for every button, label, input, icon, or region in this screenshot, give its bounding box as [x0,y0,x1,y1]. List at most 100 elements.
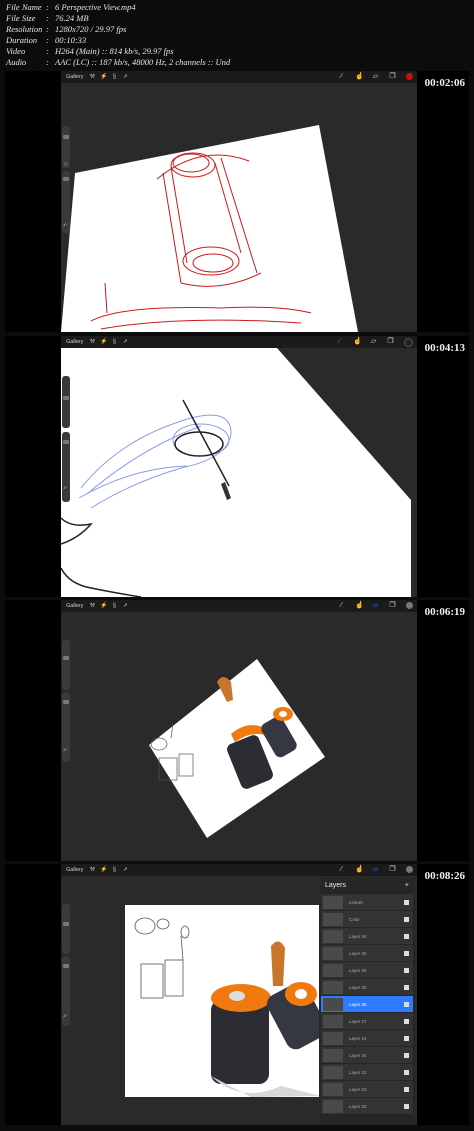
magic-wand-icon[interactable]: ⚡ [100,867,107,873]
slider-handle[interactable] [63,440,69,444]
transform-icon[interactable]: ➚ [122,339,128,345]
video-frame: Gallery ⚒ ⚡ § ➚ ∕ ☝ ▱ ❐ ↶ 00:02:06 [5,71,469,332]
undo-icon[interactable]: ↶ [63,223,67,229]
selection-icon[interactable]: § [111,74,117,80]
color-picker[interactable] [406,73,413,80]
layer-visibility-checkbox[interactable] [404,1018,409,1024]
smudge-icon[interactable]: ☝ [355,866,364,873]
canvas-drawing [61,348,411,597]
layer-row[interactable]: Layer 22 [321,1064,413,1080]
layers-icon[interactable]: ❐ [389,73,396,80]
layer-visibility-checkbox[interactable] [404,1035,409,1041]
brush-icon[interactable]: ∕ [336,338,343,345]
slider-handle[interactable] [63,396,69,400]
layer-row[interactable]: Layer 30 [321,945,413,961]
layer-visibility-checkbox[interactable] [404,984,409,990]
color-picker[interactable] [406,602,413,609]
gallery-button[interactable]: Gallery [66,74,83,80]
layer-visibility-checkbox[interactable] [404,1001,409,1007]
procreate-toolbar: Gallery ⚒ ⚡ § ➚ ∕ ☝ ▱ ❐ [61,71,417,83]
magic-wand-icon[interactable]: ⚡ [100,339,107,345]
brush-icon[interactable]: ∕ [338,602,345,609]
layer-thumbnail [323,929,343,943]
procreate-screen: Gallery ⚒ ⚡ § ➚ ∕ ☝ ▱ ❐ ↶ [61,336,417,597]
selection-icon[interactable]: § [111,339,117,345]
slider-handle[interactable] [63,656,69,660]
undo-icon[interactable]: ↶ [63,1014,67,1020]
layer-row[interactable]: Color [321,911,413,927]
eraser-icon[interactable]: ▱ [372,602,379,609]
layer-row[interactable]: Layer 34 [321,928,413,944]
layer-row[interactable]: Layer 33 [321,1098,413,1114]
layer-row[interactable]: Layer 29 [321,962,413,978]
layer-row[interactable]: Layer 23 [321,1081,413,1097]
layer-row[interactable]: Layer 28 [321,979,413,995]
wrench-icon[interactable]: ⚒ [89,74,95,80]
transform-icon[interactable]: ➚ [122,867,128,873]
smudge-icon[interactable]: ☝ [355,73,364,80]
info-key: Resolution [6,24,43,34]
procreate-screen: Gallery ⚒ ⚡ § ➚ ∕ ☝ ▱ ❐ ↶ [61,71,417,332]
layer-visibility-checkbox[interactable] [404,899,409,905]
eraser-icon[interactable]: ▱ [372,73,379,80]
layer-visibility-checkbox[interactable] [404,950,409,956]
layer-visibility-checkbox[interactable] [404,967,409,973]
layer-visibility-checkbox[interactable] [404,1052,409,1058]
modify-button[interactable] [64,162,68,166]
layer-row[interactable]: Lineart [321,894,413,910]
layer-row[interactable]: Layer 27 [321,1013,413,1029]
gallery-button[interactable]: Gallery [66,339,83,345]
slider-handle[interactable] [63,177,69,181]
timestamp: 00:04:13 [424,342,465,354]
slider-handle[interactable] [63,700,69,704]
layer-row[interactable]: Layer 24 [321,1047,413,1063]
brush-size-slider[interactable] [62,376,70,428]
procreate-toolbar: Gallery ⚒ ⚡ § ➚ ∕ ☝ ▱ ❐ [61,864,417,876]
layer-row[interactable]: Layer 35 [321,996,413,1012]
layer-name: Layer 27 [349,1018,367,1024]
layer-visibility-checkbox[interactable] [404,1069,409,1075]
add-layer-button[interactable]: + [405,882,409,889]
layers-header: Layers + [319,878,415,893]
brush-size-slider[interactable] [62,904,70,954]
canvas-drawing [149,659,325,838]
undo-icon[interactable]: ↶ [63,486,67,492]
layer-visibility-checkbox[interactable] [404,1103,409,1109]
gallery-button[interactable]: Gallery [66,603,83,609]
info-value: 6 Perspective View.mp4 [55,2,136,12]
eraser-icon[interactable]: ▱ [372,866,379,873]
video-frame: Gallery ⚒ ⚡ § ➚ ∕ ☝ ▱ ❐ ↶ Layers + Linea… [5,864,469,1125]
smudge-icon[interactable]: ☝ [353,338,362,345]
selection-icon[interactable]: § [111,603,117,609]
wrench-icon[interactable]: ⚒ [89,603,95,609]
file-info-header: File Name:6 Perspective View.mp4 File Si… [6,2,230,68]
layers-icon[interactable]: ❐ [387,338,394,345]
wrench-icon[interactable]: ⚒ [89,867,95,873]
slider-handle[interactable] [63,922,69,926]
layer-visibility-checkbox[interactable] [404,933,409,939]
layer-visibility-checkbox[interactable] [404,916,409,922]
layers-icon[interactable]: ❐ [389,866,396,873]
magic-wand-icon[interactable]: ⚡ [100,603,107,609]
layer-visibility-checkbox[interactable] [404,1086,409,1092]
selection-icon[interactable]: § [111,867,117,873]
wrench-icon[interactable]: ⚒ [89,339,95,345]
layer-row[interactable]: Layer 16 [321,1030,413,1046]
timestamp: 00:08:26 [424,870,465,882]
gallery-button[interactable]: Gallery [66,867,83,873]
timestamp: 00:06:19 [424,606,465,618]
magic-wand-icon[interactable]: ⚡ [100,74,107,80]
transform-icon[interactable]: ➚ [122,74,128,80]
slider-handle[interactable] [63,964,69,968]
brush-icon[interactable]: ∕ [338,866,345,873]
slider-handle[interactable] [63,135,69,139]
brush-icon[interactable]: ∕ [338,73,345,80]
color-picker[interactable] [404,338,413,347]
transform-icon[interactable]: ➚ [122,603,128,609]
eraser-icon[interactable]: ▱ [370,338,377,345]
smudge-icon[interactable]: ☝ [355,602,364,609]
color-picker[interactable] [406,866,413,873]
brush-size-slider[interactable] [62,640,70,690]
undo-icon[interactable]: ↶ [63,748,67,754]
layers-icon[interactable]: ❐ [389,602,396,609]
